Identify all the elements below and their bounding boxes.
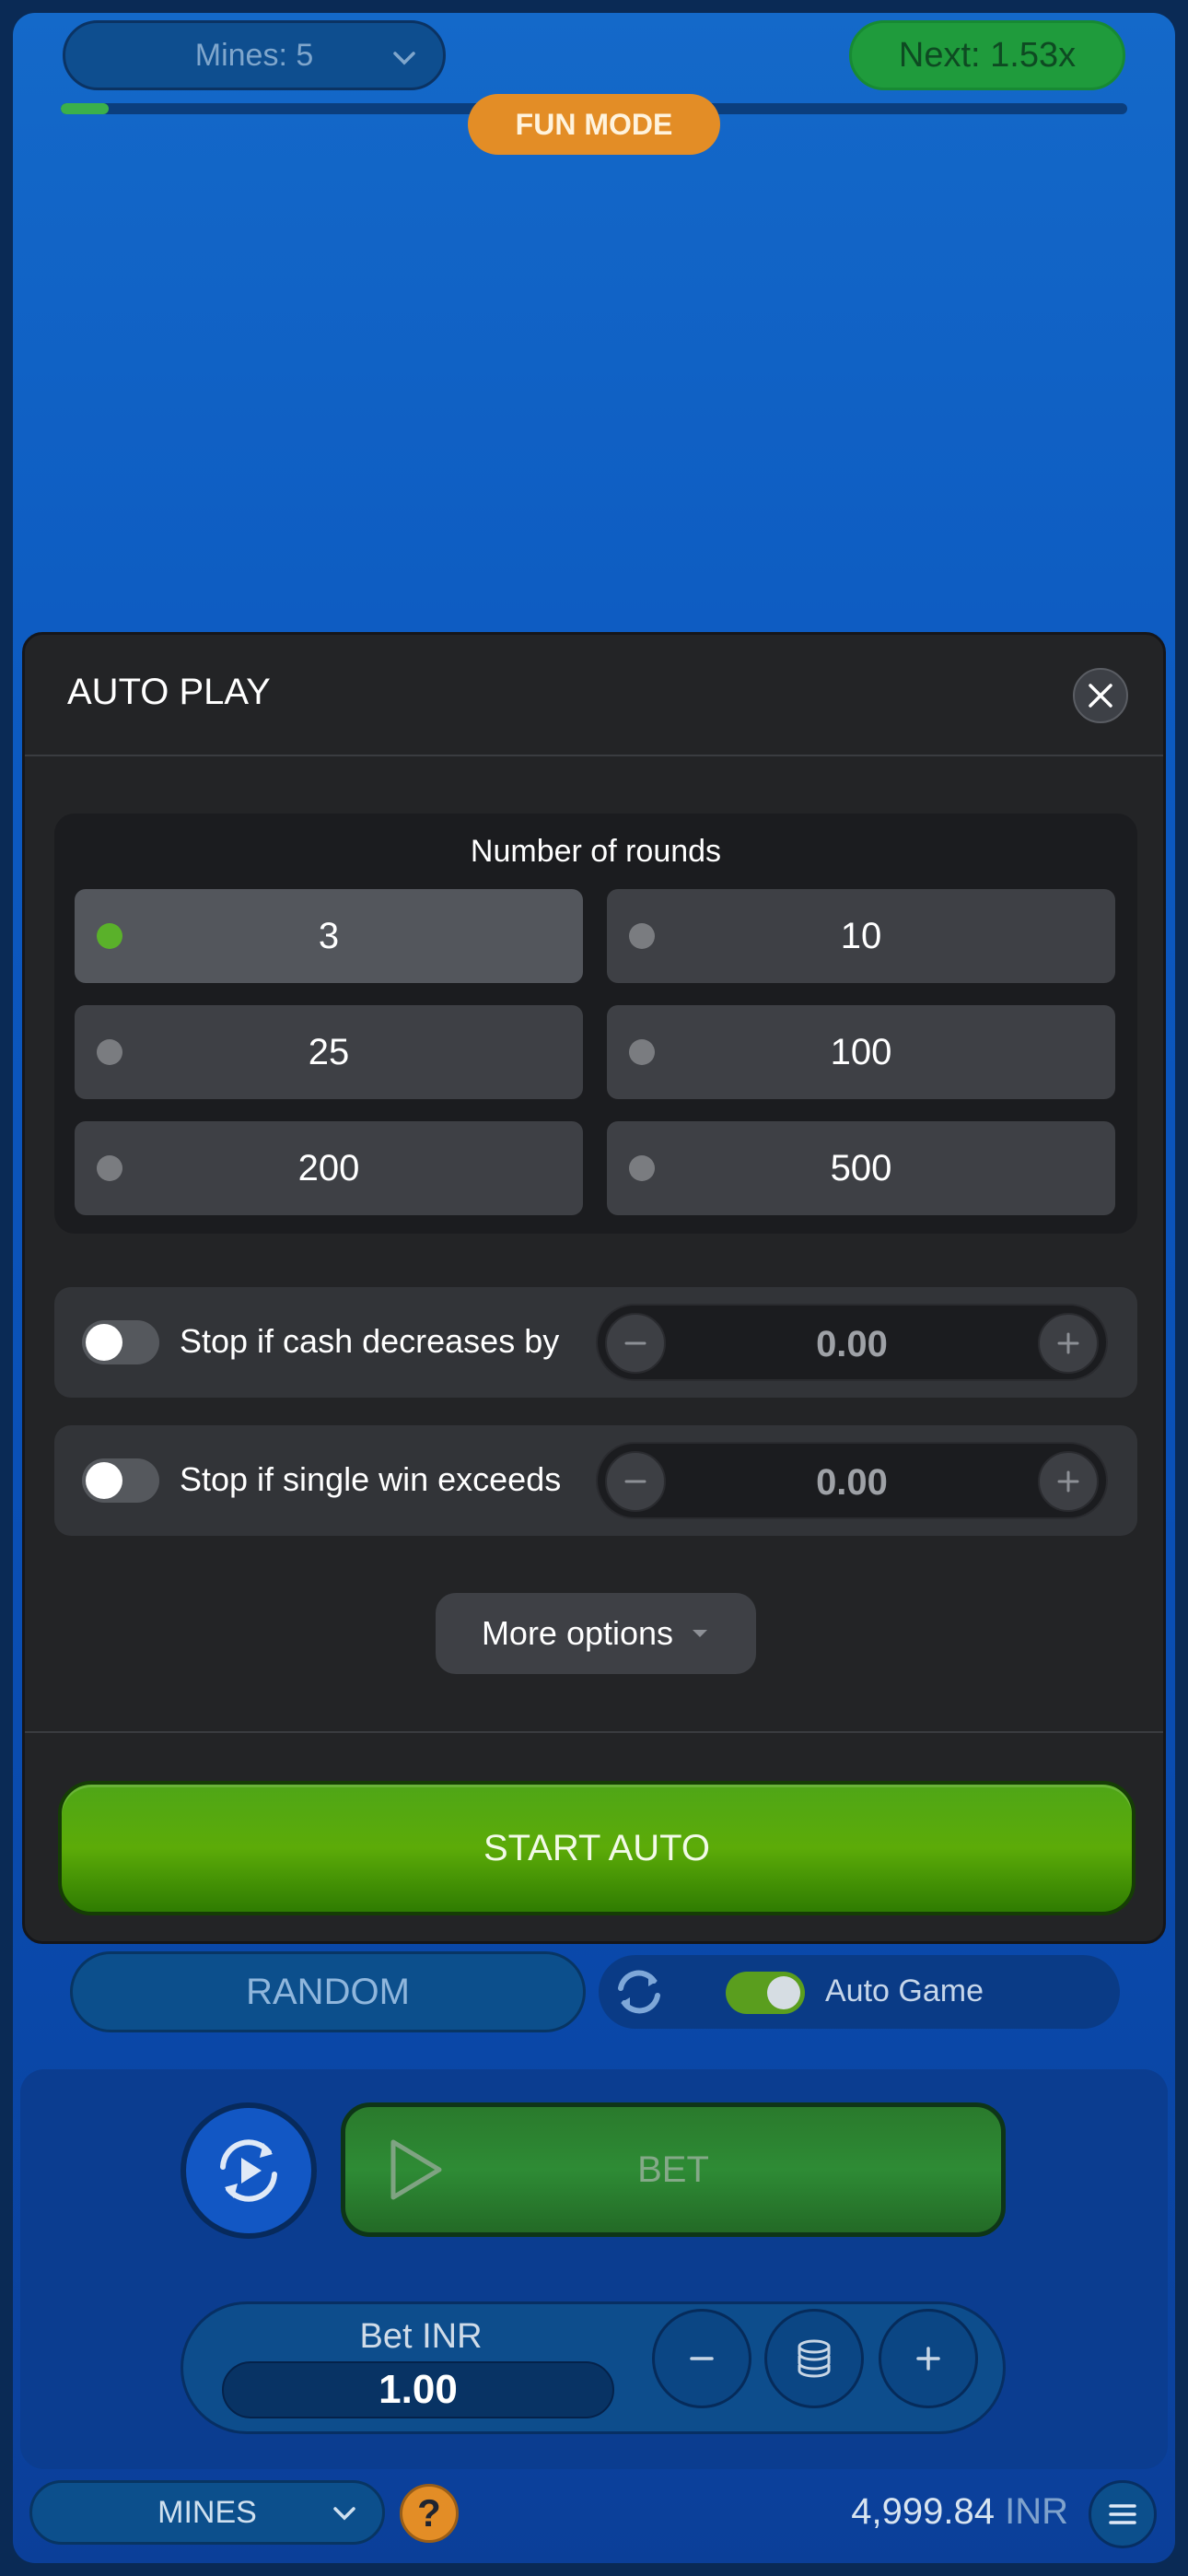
round-option-500[interactable]: 500 [607, 1121, 1115, 1215]
round-option-100[interactable]: 100 [607, 1005, 1115, 1099]
stop-single-win-row: Stop if single win exceeds 0.00 [54, 1425, 1137, 1536]
toggle-knob [86, 1462, 122, 1499]
stop-cash-decreases-label: Stop if cash decreases by [180, 1322, 560, 1360]
chevron-down-icon [333, 2507, 355, 2521]
round-option-10[interactable]: 10 [607, 889, 1115, 983]
autoplay-button[interactable] [181, 2102, 317, 2239]
play-icon [390, 2139, 442, 2200]
minus-icon [624, 1341, 646, 1345]
header-divider [25, 755, 1163, 756]
next-label: Next: [898, 35, 981, 75]
rounds-selector: Number of rounds 3 10 25 100 200 500 [54, 814, 1137, 1234]
bet-button[interactable]: BET [341, 2102, 1006, 2237]
auto-game-label: Auto Game [825, 1973, 984, 2008]
start-auto-button[interactable]: START AUTO [58, 1781, 1136, 1915]
radio-dot-icon [629, 1155, 655, 1181]
mines-count-select[interactable]: Mines: 5 [63, 20, 446, 90]
round-option-label: 200 [297, 1147, 360, 1188]
round-option-label: 25 [308, 1031, 350, 1072]
bet-decrease-button[interactable] [652, 2309, 751, 2408]
round-option-label: 10 [840, 915, 882, 956]
auto-game-control: Auto Game [599, 1955, 1120, 2029]
radio-dot-icon [97, 923, 122, 949]
panel-title: AUTO PLAY [67, 672, 271, 712]
round-option-label: 100 [830, 1031, 892, 1072]
hamburger-menu-icon [1109, 2504, 1136, 2524]
help-button[interactable]: ? [400, 2484, 459, 2543]
next-multiplier-value: 1.53x [990, 35, 1077, 75]
round-option-25[interactable]: 25 [75, 1005, 583, 1099]
balance-display: 4,999.84 INR [810, 2491, 1068, 2533]
stop-single-win-stepper: 0.00 [596, 1442, 1108, 1519]
round-option-label: 500 [830, 1147, 892, 1188]
plus-icon [1057, 1470, 1079, 1493]
increase-button[interactable] [1038, 1313, 1099, 1374]
stop-single-win-value[interactable]: 0.00 [598, 1462, 1106, 1504]
radio-dot-icon [629, 923, 655, 949]
bet-increase-button[interactable] [879, 2309, 978, 2408]
bet-amount-input[interactable]: 1.00 [222, 2361, 614, 2418]
bet-amount-label: Bet INR [359, 2317, 483, 2356]
radio-dot-icon [97, 1155, 122, 1181]
question-mark-icon: ? [417, 2491, 441, 2535]
stop-single-win-toggle[interactable] [82, 1458, 159, 1503]
minus-icon [624, 1480, 646, 1483]
close-button[interactable] [1073, 668, 1128, 723]
fun-mode-badge: FUN MODE [468, 94, 720, 155]
footer-divider [25, 1731, 1163, 1733]
menu-button[interactable] [1089, 2480, 1157, 2548]
sync-icon[interactable] [608, 1961, 670, 2023]
chevron-down-icon [393, 52, 415, 65]
game-select[interactable]: MINES [29, 2480, 385, 2545]
radio-dot-icon [629, 1039, 655, 1065]
stop-cash-decreases-value[interactable]: 0.00 [598, 1324, 1106, 1365]
toggle-knob [86, 1324, 122, 1361]
decrease-button[interactable] [605, 1313, 666, 1374]
stop-single-win-label: Stop if single win exceeds [180, 1460, 562, 1498]
caret-down-icon [693, 1630, 708, 1637]
more-options-label: More options [481, 1614, 674, 1652]
stop-cash-decreases-row: Stop if cash decreases by 0.00 [54, 1287, 1137, 1398]
minus-icon [690, 2357, 714, 2360]
toggle-knob [767, 1976, 800, 2009]
balance-amount: 4,999.84 [851, 2491, 995, 2532]
plus-icon [1057, 1332, 1079, 1354]
round-option-3[interactable]: 3 [75, 889, 583, 983]
bet-presets-button[interactable] [764, 2309, 864, 2408]
mines-count-label: Mines: 5 [194, 37, 314, 73]
auto-game-toggle[interactable] [726, 1972, 805, 2014]
increase-button[interactable] [1038, 1451, 1099, 1512]
round-option-label: 3 [318, 915, 340, 956]
stop-cash-decreases-stepper: 0.00 [596, 1304, 1108, 1381]
balance-currency: INR [1005, 2491, 1068, 2532]
round-option-200[interactable]: 200 [75, 1121, 583, 1215]
plus-icon [916, 2347, 940, 2371]
game-select-label: MINES [157, 2494, 257, 2530]
close-icon [1089, 684, 1112, 708]
coin-stack-icon [798, 2339, 831, 2378]
stop-cash-decreases-toggle[interactable] [82, 1320, 159, 1364]
rounds-title: Number of rounds [470, 834, 722, 869]
radio-dot-icon [97, 1039, 122, 1065]
bet-button-label: BET [637, 2149, 709, 2190]
round-progress-fill [61, 103, 110, 114]
decrease-button[interactable] [605, 1451, 666, 1512]
next-multiplier-badge: Next: 1.53x [849, 20, 1125, 90]
autoplay-icon [220, 2139, 277, 2202]
auto-play-panel: AUTO PLAY Number of rounds 3 10 25 100 2… [22, 632, 1166, 1944]
random-button[interactable]: RANDOM [70, 1951, 586, 2032]
more-options-button[interactable]: More options [436, 1593, 756, 1674]
